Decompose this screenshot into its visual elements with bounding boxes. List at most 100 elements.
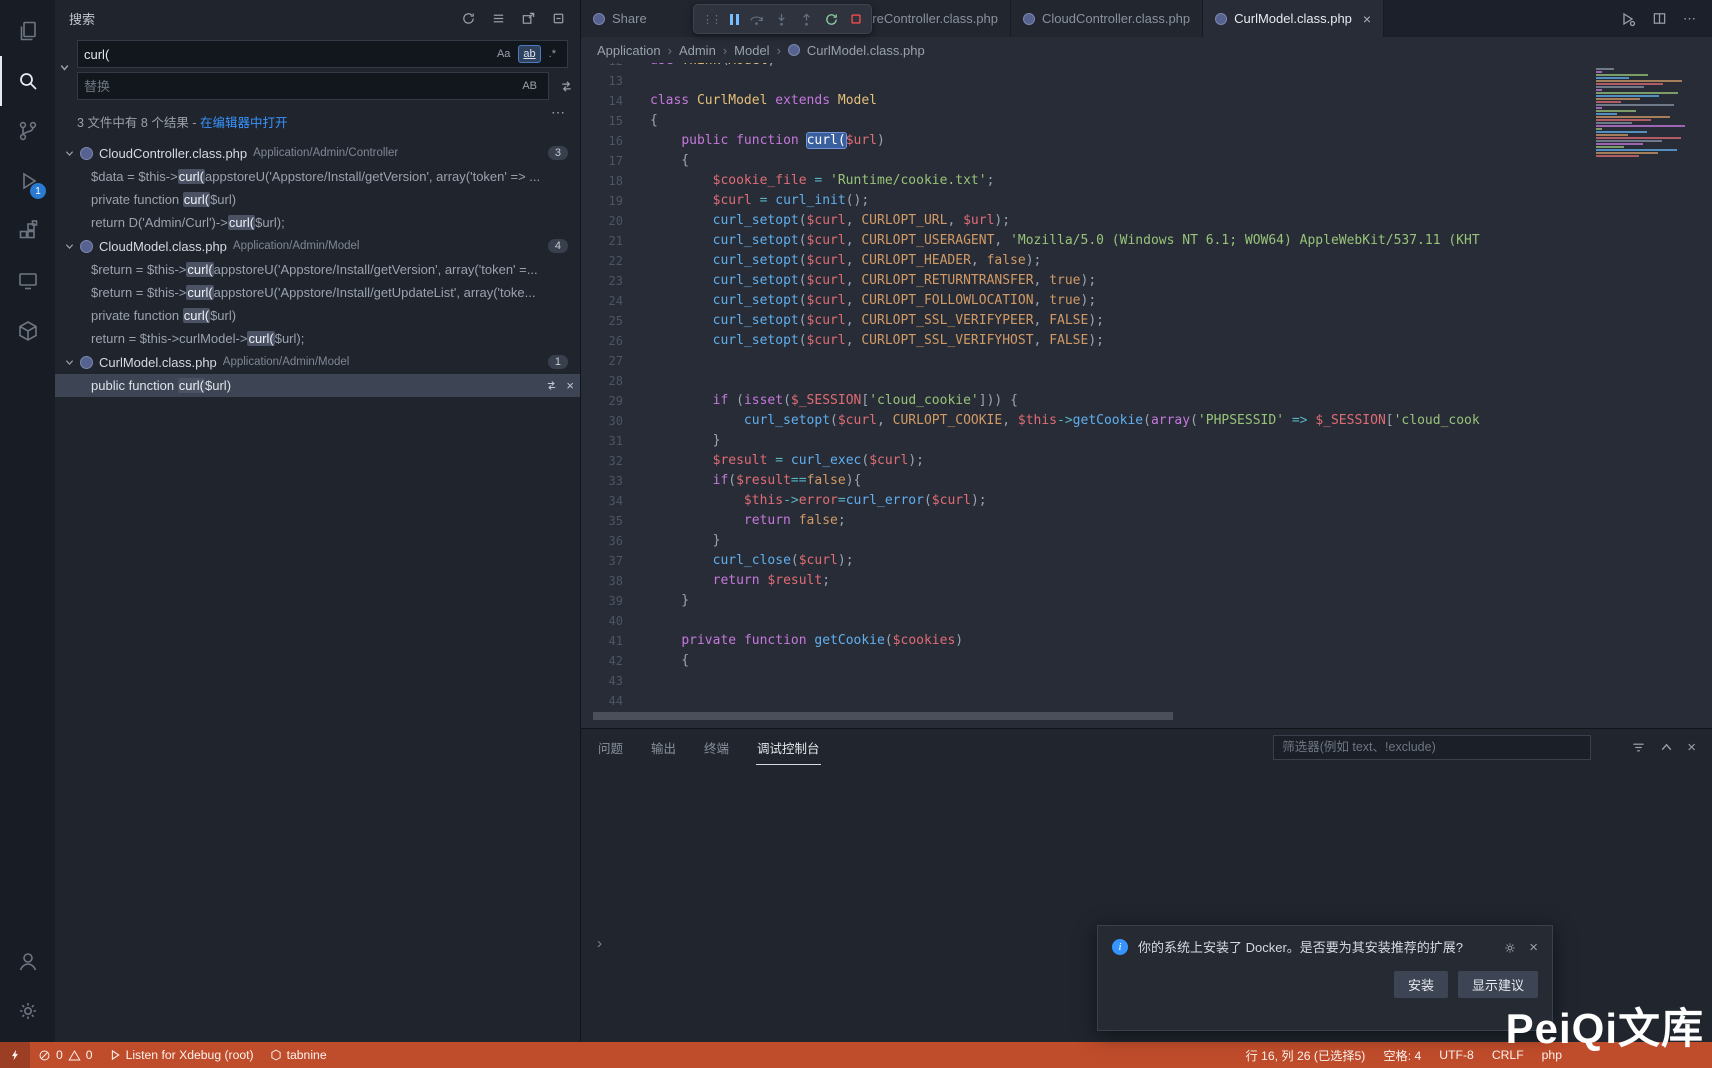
code-text [623,71,650,91]
split-editor-icon[interactable] [1652,11,1667,26]
pause-icon[interactable] [730,14,739,25]
search-input[interactable] [84,47,489,62]
settings-gear-icon[interactable] [0,986,55,1036]
match-highlight: curl( [186,262,213,277]
panel-tab[interactable]: 输出 [650,729,677,765]
search-match-row[interactable]: public function curl($url) × [55,374,580,397]
run-or-debug-icon[interactable] [1620,11,1636,27]
open-in-editor-link[interactable]: 在编辑器中打开 [200,116,288,130]
line-number: 20 [581,211,623,231]
problems-indicator[interactable]: 0 0 [30,1042,101,1068]
search-file-row[interactable]: CurlModel.class.phpApplication/Admin/Mod… [55,350,580,374]
search-match-row[interactable]: $return = $this->curl(appstoreU('Appstor… [55,281,580,304]
console-prompt[interactable]: › [597,935,602,952]
code-text: if (isset($_SESSION['cloud_cookie'])) { [623,391,1018,411]
container-box-icon[interactable] [0,306,55,356]
encoding[interactable]: UTF-8 [1439,1048,1474,1062]
explorer-icon[interactable] [0,6,55,56]
line-number: 28 [581,371,623,391]
debug-filter-input[interactable] [1282,740,1582,754]
debug-session-label: Listen for Xdebug (root) [126,1048,254,1062]
open-new-search-editor-icon[interactable] [520,10,536,26]
file-path: Application/Admin/Model [233,240,360,252]
replace-all-icon[interactable] [559,79,574,94]
show-recommendations-button[interactable]: 显示建议 [1458,971,1538,998]
source-control-icon[interactable] [0,106,55,156]
line-number: 17 [581,151,623,171]
step-into-icon[interactable] [774,12,789,27]
refresh-icon[interactable] [460,10,476,26]
close-tab-icon[interactable]: × [1363,11,1371,27]
tabnine-label: tabnine [287,1048,327,1062]
extensions-icon[interactable] [0,206,55,256]
minimap[interactable] [1592,67,1700,158]
code-text [623,351,650,371]
account-icon[interactable] [0,936,55,986]
toggle-replace-chevron-icon[interactable] [59,62,70,73]
horizontal-scrollbar[interactable] [593,712,1173,720]
breadcrumb-item[interactable]: Application [597,43,661,58]
code-line: 42 { [581,651,1712,671]
whole-word-icon[interactable]: ab [518,45,540,63]
panel-tab[interactable]: 调试控制台 [756,729,821,765]
replace-match-icon[interactable] [545,379,558,392]
panel-tab[interactable]: 终端 [703,729,730,765]
breadcrumb-item[interactable]: CurlModel.class.php [807,43,925,58]
code-text: curl_setopt($curl, CURLOPT_URL, $url); [623,211,1010,231]
chevron-down-icon [65,149,74,158]
code-editor[interactable]: 12use Think\Model;1314class CurlModel ex… [581,63,1712,728]
tab-curlmodel[interactable]: CurlModel.class.php × [1203,0,1384,37]
clear-results-icon[interactable] [490,10,506,26]
match-case-icon[interactable]: Aa [492,45,515,63]
step-out-icon[interactable] [799,12,814,27]
match-text: public function curl($url) [91,378,537,393]
search-file-row[interactable]: CloudModel.class.phpApplication/Admin/Mo… [55,234,580,258]
notification-close-icon[interactable]: × [1529,939,1538,956]
regex-icon[interactable]: .* [544,45,561,63]
install-button[interactable]: 安装 [1394,971,1448,998]
code-line: 28 [581,371,1712,391]
search-icon[interactable] [0,56,55,106]
search-match-row[interactable]: private function curl($url) [55,188,580,211]
search-match-row[interactable]: private function curl($url) [55,304,580,327]
search-match-row[interactable]: return = $this->curlModel->curl($url); [55,327,580,350]
filter-icon[interactable] [1631,740,1646,755]
tab-cloudcontroller[interactable]: CloudController.class.php [1011,0,1203,37]
dismiss-match-icon[interactable]: × [566,378,574,393]
stop-icon[interactable] [849,12,863,26]
preserve-case-icon[interactable]: AB [517,77,542,95]
debug-session-indicator[interactable]: Listen for Xdebug (root) [101,1042,262,1068]
breadcrumb-item[interactable]: Admin [679,43,716,58]
code-text [623,371,650,391]
run-debug-icon[interactable]: 1 [0,156,55,206]
search-match-row[interactable]: $return = $this->curl(appstoreU('Appstor… [55,258,580,281]
line-number: 42 [581,651,623,671]
maximize-panel-icon[interactable] [1660,741,1673,754]
step-over-icon[interactable] [749,12,764,27]
remote-indicator[interactable] [0,1042,30,1068]
cursor-position[interactable]: 行 16, 列 26 (已选择5) [1245,1046,1365,1064]
file-path: Application/Admin/Model [223,356,350,368]
code-line: 21 curl_setopt($curl, CURLOPT_USERAGENT,… [581,231,1712,251]
collapse-all-icon[interactable] [550,10,566,26]
drag-handle-icon[interactable]: ⋮⋮ [702,13,720,26]
restart-icon[interactable] [824,12,839,27]
search-match-row[interactable]: return D('Admin/Curl')->curl($url); [55,211,580,234]
code-text: curl_setopt($curl, CURLOPT_USERAGENT, 'M… [623,231,1480,251]
more-actions-icon[interactable]: ⋯ [1683,11,1696,27]
warning-count: 0 [86,1048,93,1062]
tabnine-indicator[interactable]: tabnine [262,1042,335,1068]
panel-tab[interactable]: 问题 [597,729,624,765]
breadcrumb-item[interactable]: Model [734,43,769,58]
search-match-row[interactable]: $data = $this->curl(appstoreU('Appstore/… [55,165,580,188]
tab-label: CurlModel.class.php [1234,11,1352,26]
indentation[interactable]: 空格: 4 [1383,1046,1421,1064]
search-file-row[interactable]: CloudController.class.phpApplication/Adm… [55,141,580,165]
notification-settings-gear-icon[interactable] [1503,941,1517,955]
remote-explorer-icon[interactable] [0,256,55,306]
search-results-tree: CloudController.class.phpApplication/Adm… [55,141,580,397]
close-panel-icon[interactable]: × [1687,739,1696,756]
toggle-search-details-icon[interactable]: ⋯ [551,104,566,121]
replace-input[interactable] [84,79,514,94]
breadcrumb[interactable]: Application›Admin›Model›CurlModel.class.… [581,37,1712,63]
